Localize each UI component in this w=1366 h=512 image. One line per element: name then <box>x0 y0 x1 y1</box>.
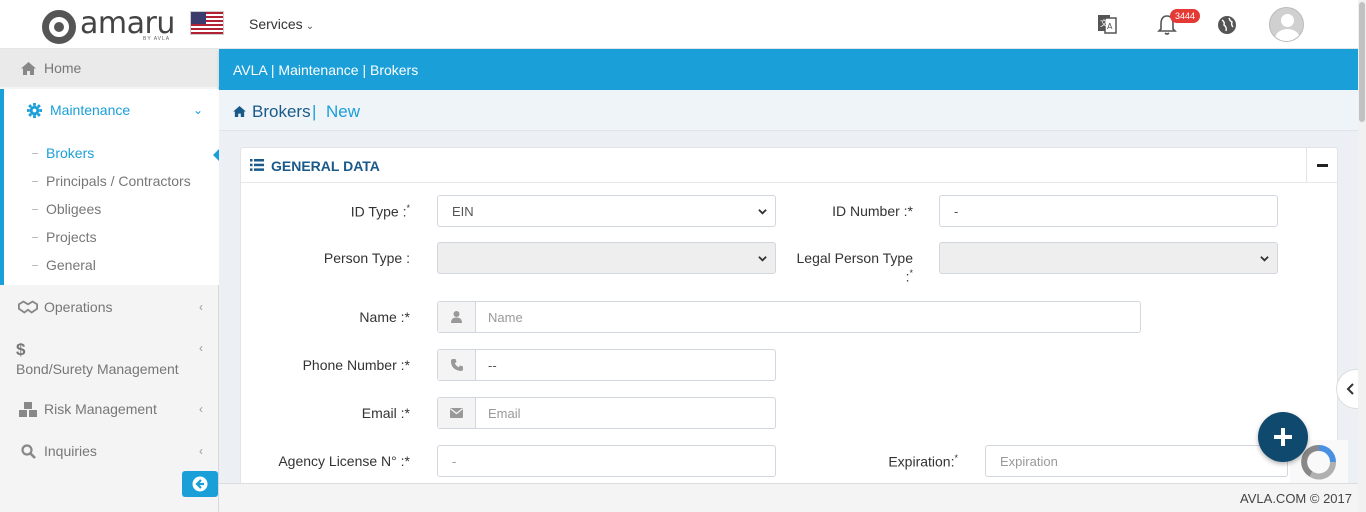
sidebar-item-label: Maintenance <box>50 102 131 118</box>
legal-person-type-select[interactable] <box>939 242 1278 274</box>
chevron-left-icon: ‹ <box>199 402 203 416</box>
chevron-left-icon: ‹ <box>199 444 203 458</box>
chevron-left-icon <box>1346 383 1354 395</box>
translate-icon[interactable]: 文 A <box>1097 13 1117 35</box>
sidebar-item-label: Operations <box>44 299 113 315</box>
chevron-down-icon: ⌄ <box>192 103 203 117</box>
submenu-item-projects[interactable]: Projects <box>32 229 97 245</box>
phone-icon <box>438 350 476 380</box>
home-icon <box>18 61 38 75</box>
add-button[interactable] <box>1258 412 1308 462</box>
chevron-left-icon: ‹ <box>199 300 203 314</box>
id-type-select[interactable]: EIN <box>437 195 776 227</box>
submenu-item-principals[interactable]: Principals / Contractors <box>32 173 191 189</box>
id-type-label: ID Type :* <box>350 203 410 220</box>
top-navbar: amaru BY AVLA Services ⌄ 文 A 3444 <box>0 0 1358 49</box>
phone-field[interactable]: -- <box>437 349 776 381</box>
minus-icon <box>1316 163 1328 167</box>
page-header: Brokers | New <box>219 90 1358 131</box>
chevron-down-icon <box>1260 256 1269 262</box>
notification-badge: 3444 <box>1170 9 1201 23</box>
us-flag-icon[interactable] <box>190 11 224 35</box>
home-icon[interactable] <box>233 106 246 117</box>
email-input[interactable]: Email <box>476 398 775 428</box>
globe-icon[interactable] <box>1217 15 1237 35</box>
search-icon <box>18 443 38 459</box>
id-number-input[interactable]: - <box>939 195 1278 227</box>
page-mode: New <box>326 102 361 121</box>
sidebar-item-label: Inquiries <box>44 443 97 459</box>
dollar-icon: $ <box>16 340 26 359</box>
panel-title: GENERAL DATA <box>271 158 380 174</box>
page-title: Brokers <box>252 102 311 121</box>
logo-subtext: BY AVLA <box>143 36 171 42</box>
expiration-label: Expiration:* <box>888 453 958 470</box>
sidebar-item-operations[interactable]: Operations ‹ <box>0 288 219 326</box>
services-label: Services <box>249 16 303 32</box>
sidebar-item-risk[interactable]: Risk Management ‹ <box>0 390 219 428</box>
name-label: Name :* <box>359 309 410 325</box>
chevron-down-icon <box>758 256 767 262</box>
sidebar-item-label: Bond/Surety Management <box>16 361 179 377</box>
sidebar-item-home[interactable]: Home <box>0 49 219 87</box>
person-type-select[interactable] <box>437 242 776 274</box>
title-separator: | <box>312 102 317 121</box>
submenu-item-obligees[interactable]: Obligees <box>31 201 101 217</box>
sidebar-item-bond-surety[interactable]: $ Bond/Surety Management ‹ <box>0 333 219 385</box>
name-input[interactable]: Name <box>476 302 1140 332</box>
plus-icon <box>1274 428 1292 446</box>
name-field[interactable]: Name <box>437 301 1141 333</box>
phone-label: Phone Number :* <box>302 357 410 373</box>
expiration-placeholder: Expiration <box>1000 453 1058 469</box>
panel-header: GENERAL DATA <box>241 148 1337 183</box>
copyright-text: AVLA.COM © 2017 <box>1240 491 1352 506</box>
user-avatar[interactable] <box>1269 7 1304 42</box>
collapse-sidebar-button[interactable] <box>182 471 218 497</box>
chevron-down-icon <box>758 209 767 215</box>
list-icon <box>250 159 264 171</box>
cubes-icon <box>18 401 38 417</box>
user-icon <box>438 302 476 332</box>
handshake-icon <box>18 300 38 314</box>
active-indicator-arrow <box>213 149 219 161</box>
breadcrumb-bar: AVLA | Maintenance | Brokers <box>219 49 1358 90</box>
gear-icon <box>24 102 44 118</box>
submenu-item-general[interactable]: General <box>32 257 96 273</box>
sidebar-item-maintenance[interactable]: Maintenance ⌄ <box>0 89 219 131</box>
email-field[interactable]: Email <box>437 397 776 429</box>
arrow-circle-left-icon <box>192 476 208 492</box>
chevron-down-icon: ⌄ <box>305 21 315 32</box>
chevron-left-icon: ‹ <box>199 341 203 355</box>
sidebar-item-inquiries[interactable]: Inquiries ‹ <box>0 432 219 470</box>
id-number-value: - <box>954 203 959 219</box>
expiration-input[interactable]: Expiration <box>985 445 1288 477</box>
svg-text:A: A <box>1107 22 1113 31</box>
services-menu[interactable]: Services ⌄ <box>249 16 314 32</box>
agency-license-input[interactable]: - <box>437 445 776 477</box>
scrollbar[interactable] <box>1358 0 1366 512</box>
footer: AVLA.COM © 2017 <box>219 483 1358 512</box>
id-number-label: ID Number :* <box>832 203 913 219</box>
submenu-item-brokers[interactable]: Brokers <box>31 145 94 161</box>
agency-license-label: Agency License N° :* <box>278 453 410 469</box>
sidebar-item-label: Risk Management <box>44 401 157 417</box>
sidebar-item-label: Home <box>44 60 82 76</box>
logo-mark <box>42 10 76 44</box>
amaru-logo[interactable]: amaru BY AVLA <box>42 6 177 44</box>
phone-input[interactable]: -- <box>476 350 775 380</box>
person-type-label: Person Type : <box>323 250 410 266</box>
breadcrumb: AVLA | Maintenance | Brokers <box>233 62 419 78</box>
maintenance-submenu: Brokers Principals / Contractors Obligee… <box>0 131 219 285</box>
email-label: Email :* <box>361 405 410 421</box>
sidebar: Home Maintenance ⌄ Brokers Principals / … <box>0 49 219 512</box>
agency-license-value: - <box>452 453 457 469</box>
envelope-icon <box>438 398 476 428</box>
legal-person-type-label: Legal Person Type :* <box>796 250 914 285</box>
id-type-value: EIN <box>452 203 474 219</box>
recaptcha-icon <box>1301 445 1336 480</box>
collapse-panel-button[interactable] <box>1306 148 1337 182</box>
